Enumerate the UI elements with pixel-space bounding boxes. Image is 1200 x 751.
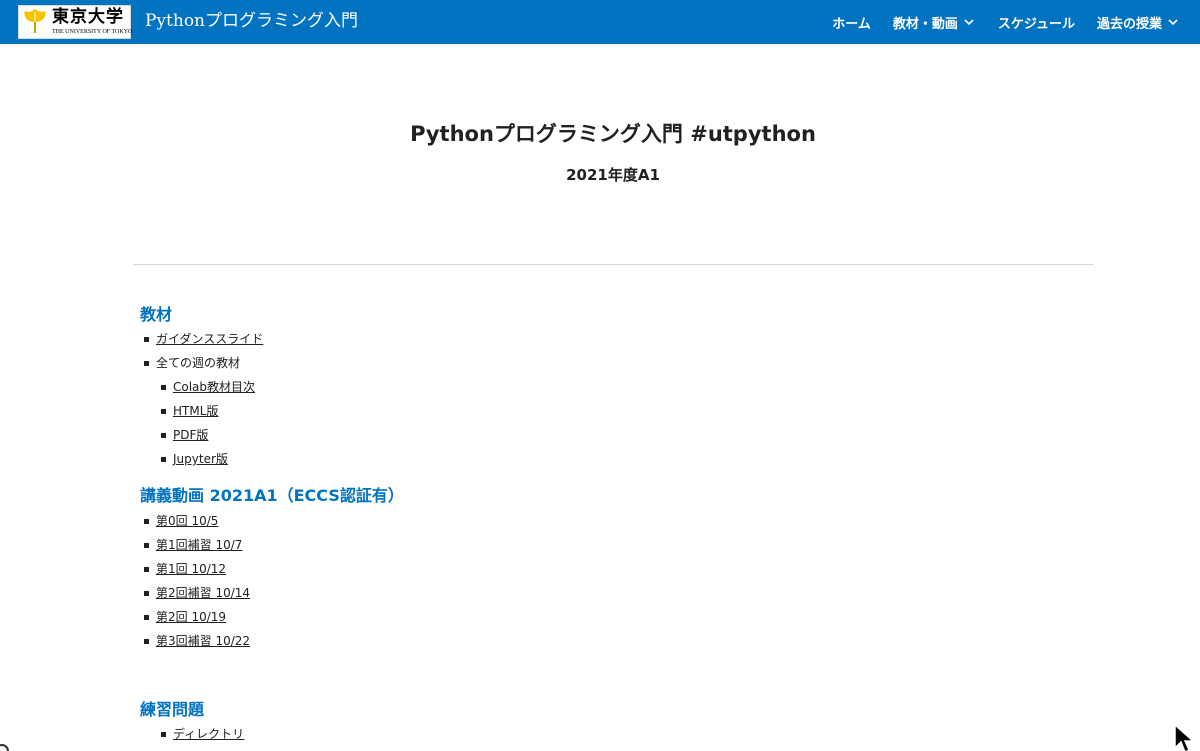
chevron-down-icon xyxy=(1168,19,1178,26)
jupyter-version-link[interactable]: Jupyter版 xyxy=(173,452,228,466)
section-heading-exercises: 練習問題 xyxy=(140,700,205,719)
list-item: 全ての週の教材 xyxy=(143,355,241,371)
section-heading-videos: 講義動画 2021A1（ECCS認証有） xyxy=(140,486,404,505)
exercise-directory-link[interactable]: ディレクトリ xyxy=(173,727,244,741)
nav-item-label: 教材・動画 xyxy=(892,16,958,32)
colab-index-link[interactable]: Colab教材目次 xyxy=(173,380,255,394)
nav-item-label: スケジュール xyxy=(997,16,1075,32)
nav-item-past-classes[interactable]: 過去の授業 xyxy=(1097,13,1180,32)
nav-item-schedule[interactable]: スケジュール xyxy=(998,13,1075,32)
chevron-down-icon xyxy=(964,19,974,26)
list-item: ディレクトリ xyxy=(160,726,244,742)
list-item: Jupyter版 xyxy=(161,451,228,467)
list-item: 第3回補習 10/22 xyxy=(143,633,250,649)
help-button[interactable] xyxy=(0,744,9,751)
list-item: 第1回補習 10/7 xyxy=(143,537,242,553)
logo-name-ja: 東京大学 xyxy=(52,7,124,27)
list-item: HTML版 xyxy=(160,403,218,419)
nav-item-label: ホーム xyxy=(832,16,871,32)
video-link[interactable]: 第2回 10/19 xyxy=(156,610,226,624)
video-link[interactable]: 第2回補習 10/14 xyxy=(156,586,250,600)
list-item: 第1回 10/12 xyxy=(143,561,226,577)
video-link[interactable]: 第1回補習 10/7 xyxy=(156,538,242,552)
nav-item-label: 過去の授業 xyxy=(1096,16,1162,32)
all-weeks-materials-label: 全ての週の教材 xyxy=(156,356,241,370)
nav-item-materials-videos[interactable]: 教材・動画 xyxy=(893,13,976,32)
list-item: 第0回 10/5 xyxy=(143,513,218,529)
pdf-version-link[interactable]: PDF版 xyxy=(173,428,208,442)
logo-name-en: THE UNIVERSITY OF TOKYO xyxy=(52,29,133,35)
list-item: Colab教材目次 xyxy=(160,379,255,395)
nav-item-home[interactable]: ホーム xyxy=(832,13,871,32)
list-item: ガイダンススライド xyxy=(143,331,263,347)
list-item: 第2回補習 10/14 xyxy=(143,585,250,601)
video-link[interactable]: 第3回補習 10/22 xyxy=(156,634,250,648)
page-title: Pythonプログラミング入門 #utpython xyxy=(410,122,816,146)
section-divider xyxy=(133,264,1093,265)
guidance-slides-link[interactable]: ガイダンススライド xyxy=(156,332,263,346)
list-item: PDF版 xyxy=(160,427,208,443)
video-link[interactable]: 第1回 10/12 xyxy=(156,562,226,576)
video-link[interactable]: 第0回 10/5 xyxy=(156,514,218,528)
main-nav: ホーム 教材・動画 スケジュール 過去の授業 xyxy=(832,0,1180,44)
site-title[interactable]: Pythonプログラミング入門 xyxy=(145,9,358,33)
section-heading-materials: 教材 xyxy=(140,305,173,324)
top-navigation-bar: 東京大学 THE UNIVERSITY OF TOKYO Pythonプログラミ… xyxy=(0,0,1200,44)
html-version-link[interactable]: HTML版 xyxy=(173,404,218,418)
list-item: 第2回 10/19 xyxy=(143,609,226,625)
mouse-pointer-icon xyxy=(1174,724,1195,751)
university-logo[interactable]: 東京大学 THE UNIVERSITY OF TOKYO xyxy=(18,5,133,39)
ginkgo-logo-icon xyxy=(24,9,46,33)
page-subtitle: 2021年度A1 xyxy=(566,166,660,184)
